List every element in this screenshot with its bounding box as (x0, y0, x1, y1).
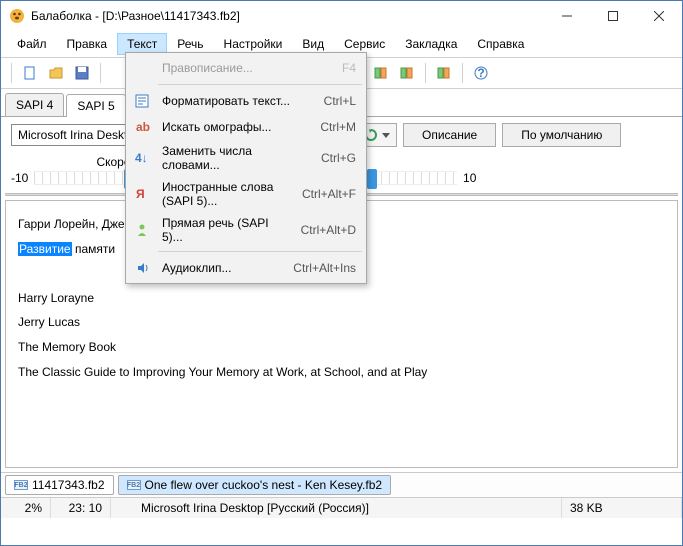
title-bar: Балаболка - [D:\Разное\11417343.fb2] (1, 1, 682, 31)
menu-edit[interactable]: Правка (57, 33, 118, 55)
status-size: 38 KB (562, 498, 682, 518)
chevron-down-icon (382, 133, 390, 138)
status-position: 23: 10 (51, 498, 111, 518)
app-icon (9, 8, 25, 24)
speed-min: -10 (11, 171, 28, 185)
homograph-icon: ab (132, 118, 152, 136)
toolbar-separator (462, 63, 463, 83)
tab-sapi4[interactable]: SAPI 4 (5, 93, 64, 116)
toolbar-separator (11, 63, 12, 83)
numbers-icon: 4↓ (132, 149, 152, 167)
menu-foreign-words[interactable]: Я Иностранные слова (SAPI 5)... Ctrl+Alt… (128, 176, 364, 212)
audioclip-icon (132, 259, 152, 277)
doc-tab-label: 11417343.fb2 (32, 478, 105, 492)
fb2-icon: FB2 (14, 480, 28, 490)
selected-text: Развитие (18, 242, 72, 256)
menu-separator (158, 251, 362, 252)
speed2-max: 10 (463, 171, 476, 185)
default-button[interactable]: По умолчанию (502, 123, 621, 147)
text-line: The Classic Guide to Improving Your Memo… (18, 363, 665, 382)
menu-format-text[interactable]: Форматировать текст... Ctrl+L (128, 88, 364, 114)
menu-bookmark[interactable]: Закладка (395, 33, 467, 55)
menu-file[interactable]: Файл (7, 33, 57, 55)
spellcheck-icon (132, 59, 152, 77)
status-percent: 2% (1, 498, 51, 518)
maximize-button[interactable] (590, 1, 636, 31)
menu-spellcheck[interactable]: Правописание... F4 (128, 55, 364, 81)
help-button[interactable]: ? (469, 62, 493, 84)
book-a-button[interactable] (369, 62, 393, 84)
menu-direct-speech[interactable]: Прямая речь (SAPI 5)... Ctrl+Alt+D (128, 212, 364, 248)
text-line: The Memory Book (18, 338, 665, 357)
close-button[interactable] (636, 1, 682, 31)
menu-homographs[interactable]: ab Искать омографы... Ctrl+M (128, 114, 364, 140)
doc-tab[interactable]: FB2 One flew over cuckoo's nest - Ken Ke… (118, 475, 392, 495)
doc-tab[interactable]: FB2 11417343.fb2 (5, 475, 114, 495)
text-line: Jerry Lucas (18, 313, 665, 332)
new-file-button[interactable] (18, 62, 42, 84)
toolbar-separator (425, 63, 426, 83)
save-file-button[interactable] (70, 62, 94, 84)
document-tabs: FB2 11417343.fb2 FB2 One flew over cucko… (1, 472, 682, 497)
toolbar-separator (100, 63, 101, 83)
menu-audioclip[interactable]: Аудиоклип... Ctrl+Alt+Ins (128, 255, 364, 281)
doc-tab-label: One flew over cuckoo's nest - Ken Kesey.… (145, 478, 383, 492)
open-file-button[interactable] (44, 62, 68, 84)
status-voice: Microsoft Irina Desktop [Русский (Россия… (111, 498, 562, 518)
svg-text:ab: ab (136, 120, 150, 134)
text-menu-dropdown: Правописание... F4 Форматировать текст..… (125, 52, 367, 284)
menu-numbers-to-words[interactable]: 4↓ Заменить числа словами... Ctrl+G (128, 140, 364, 176)
minimize-button[interactable] (544, 1, 590, 31)
tab-sapi5[interactable]: SAPI 5 (66, 94, 125, 117)
status-bar: 2% 23: 10 Microsoft Irina Desktop [Русск… (1, 497, 682, 518)
book-b-button[interactable] (395, 62, 419, 84)
svg-text:4↓: 4↓ (135, 151, 148, 165)
fb2-icon: FB2 (127, 480, 141, 490)
menu-separator (158, 84, 362, 85)
menu-help[interactable]: Справка (467, 33, 534, 55)
text-line: Harry Lorayne (18, 289, 665, 308)
describe-button[interactable]: Описание (403, 123, 496, 147)
svg-text:?: ? (477, 66, 484, 80)
foreign-icon: Я (132, 185, 152, 203)
speech-icon (132, 221, 152, 239)
book-c-button[interactable] (432, 62, 456, 84)
window-title: Балаболка - [D:\Разное\11417343.fb2] (31, 9, 544, 23)
format-icon (132, 92, 152, 110)
svg-text:Я: Я (136, 187, 145, 201)
